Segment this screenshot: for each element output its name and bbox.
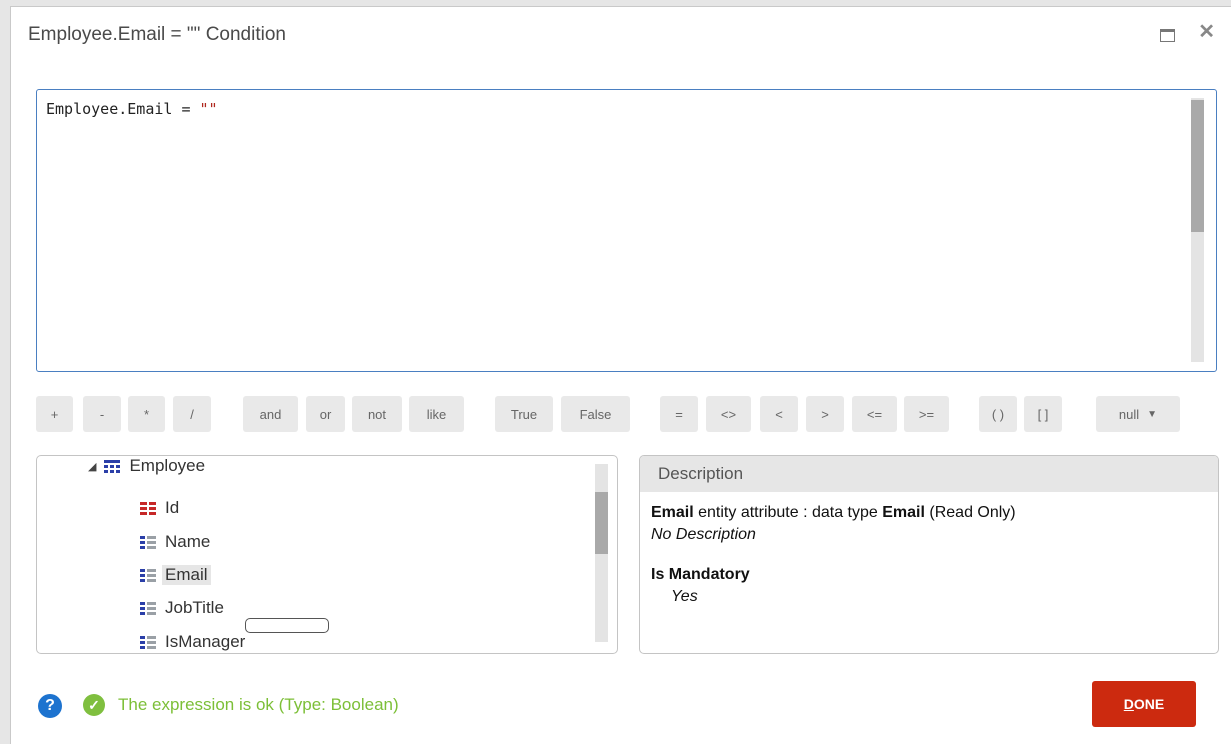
op-not[interactable]: not xyxy=(352,396,402,432)
maximize-icon[interactable] xyxy=(1160,29,1175,42)
attribute-summary: Email entity attribute : data type Email… xyxy=(651,504,1016,521)
tree-item-label: JobTitle xyxy=(165,598,224,617)
operator-toolbar: + - * / and or not like True False = <> … xyxy=(11,396,1231,432)
op-brackets[interactable]: [ ] xyxy=(1024,396,1062,432)
close-icon[interactable]: ✕ xyxy=(1198,22,1215,42)
editor-scrollbar[interactable] xyxy=(1191,98,1204,362)
description-panel: Description Email entity attribute : dat… xyxy=(639,455,1219,654)
tree-scrollbar-thumb[interactable] xyxy=(595,492,608,554)
op-or[interactable]: or xyxy=(306,396,345,432)
null-dropdown-label: null xyxy=(1118,406,1140,422)
op-not-equals[interactable]: <> xyxy=(706,396,751,432)
dialog-title: Employee.Email = "" Condition xyxy=(28,24,286,45)
op-like[interactable]: like xyxy=(409,396,464,432)
expand-triangle-icon[interactable]: ◢ xyxy=(88,460,96,473)
tree-item-label: IsManager xyxy=(165,632,246,651)
expression-editor[interactable]: Employee.Email = "" xyxy=(36,89,1217,372)
help-icon[interactable]: ? xyxy=(38,694,62,718)
op-minus[interactable]: - xyxy=(83,396,121,432)
hover-tooltip xyxy=(245,618,329,633)
key-attribute-icon xyxy=(140,501,156,515)
op-plus[interactable]: + xyxy=(36,396,73,432)
caret-down-icon: ▼ xyxy=(1147,408,1158,420)
tree-item-label: Email xyxy=(162,565,211,585)
op-true[interactable]: True xyxy=(495,396,553,432)
tree-item-label: Id xyxy=(165,498,180,517)
attribute-icon xyxy=(140,635,156,649)
op-less-equal[interactable]: <= xyxy=(852,396,897,432)
tree-item-label: Name xyxy=(165,532,211,551)
op-equals[interactable]: = xyxy=(660,396,698,432)
attribute-icon xyxy=(140,601,156,615)
description-header: Description xyxy=(640,456,1218,492)
mandatory-label: Is Mandatory xyxy=(651,566,750,583)
entity-icon xyxy=(104,459,121,473)
op-false[interactable]: False xyxy=(561,396,630,432)
tree-item-jobtitle[interactable]: JobTitle xyxy=(140,594,227,622)
mandatory-value: Yes xyxy=(671,588,698,605)
tree-item-ismanager[interactable]: IsManager xyxy=(140,628,248,653)
validation-status: The expression is ok (Type: Boolean) xyxy=(118,695,399,714)
op-greater[interactable]: > xyxy=(806,396,844,432)
op-multiply[interactable]: * xyxy=(128,396,165,432)
attribute-icon xyxy=(140,535,156,549)
op-and[interactable]: and xyxy=(243,396,298,432)
tree-item-id[interactable]: Id xyxy=(140,494,182,522)
tree-item-name[interactable]: Name xyxy=(140,528,213,556)
tree-item-email[interactable]: Email xyxy=(140,561,211,589)
check-circle-icon: ✓ xyxy=(83,694,105,716)
no-description: No Description xyxy=(651,526,756,543)
tree-scrollbar[interactable] xyxy=(595,464,608,642)
null-dropdown[interactable]: null ▼ xyxy=(1096,396,1180,432)
op-parens[interactable]: ( ) xyxy=(979,396,1017,432)
attribute-icon xyxy=(140,568,156,582)
entity-tree: ◢ Employee Id Name Email JobTitle IsMana… xyxy=(36,455,618,654)
description-body: Email entity attribute : data type Email… xyxy=(640,492,1218,608)
tree-node-employee[interactable]: ◢ Employee xyxy=(88,456,208,480)
op-less[interactable]: < xyxy=(760,396,798,432)
expression-dialog: Employee.Email = "" Condition ✕ Employee… xyxy=(10,6,1231,744)
tree-node-label: Employee xyxy=(129,456,206,475)
op-divide[interactable]: / xyxy=(173,396,211,432)
editor-scrollbar-thumb[interactable] xyxy=(1191,100,1204,232)
op-greater-equal[interactable]: >= xyxy=(904,396,949,432)
expression-code[interactable]: Employee.Email = "" xyxy=(46,100,218,118)
done-button[interactable]: D ONE xyxy=(1092,681,1196,727)
